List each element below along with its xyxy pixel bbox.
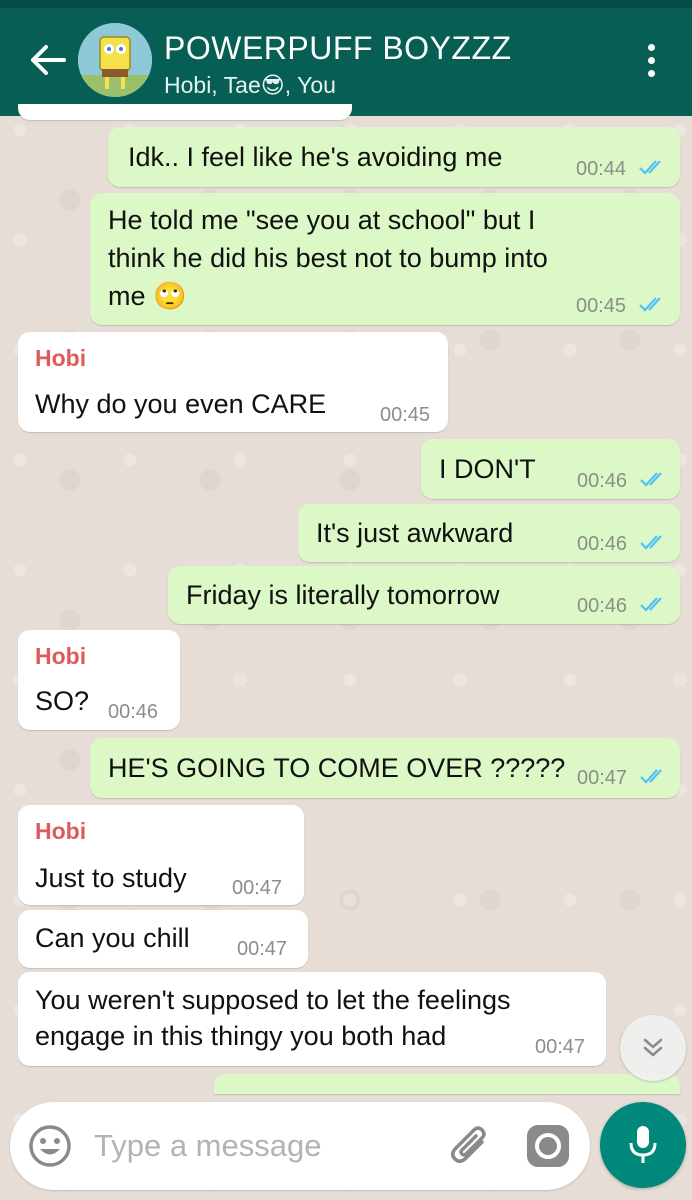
double-check-icon: [640, 535, 662, 550]
message-bubble-outgoing[interactable]: It's just awkward 00:46: [298, 504, 680, 562]
message-bubble-incoming[interactable]: Can you chill 00:47: [18, 910, 308, 968]
message-time: 00:47: [237, 938, 288, 960]
message-bubble-partial: [214, 1074, 680, 1094]
message-text-line: He told me "see you at school" but I: [108, 205, 536, 235]
emoji-icon[interactable]: [26, 1122, 74, 1170]
message-bubble-outgoing[interactable]: He told me "see you at school" but I thi…: [90, 193, 680, 325]
message-bubble-outgoing[interactable]: Friday is literally tomorrow 00:46: [168, 566, 680, 624]
message-text: Why do you even CARE: [35, 389, 327, 419]
message-time: 00:47: [232, 877, 283, 899]
message-time: 00:44: [576, 158, 627, 180]
sender-name[interactable]: Hobi: [35, 818, 86, 845]
more-vert-icon[interactable]: [636, 38, 666, 82]
status-bar: [0, 0, 692, 8]
double-check-icon: [639, 297, 661, 312]
message-text-line: me 🙄: [108, 281, 187, 311]
mic-icon: [629, 1126, 657, 1163]
chat-header: POWERPUFF BOYZZZ Hobi, Tae😎, You: [0, 8, 692, 116]
sender-name[interactable]: Hobi: [35, 345, 86, 372]
sender-name[interactable]: Hobi: [35, 643, 86, 670]
message-text: Idk.. I feel like he's avoiding me: [128, 142, 503, 172]
message-text: Friday is literally tomorrow: [186, 580, 500, 610]
message-bubble-incoming[interactable]: You weren't supposed to let the feelings…: [18, 972, 606, 1066]
message-text: SO?: [35, 686, 90, 716]
paperclip-icon[interactable]: [446, 1120, 496, 1172]
message-bubble-incoming[interactable]: Hobi Just to study 00:47: [18, 805, 304, 905]
double-check-icon: [640, 597, 662, 612]
message-bubble-outgoing[interactable]: HE'S GOING TO COME OVER ????? 00:47: [90, 738, 680, 798]
double-check-icon: [639, 160, 661, 175]
message-input-placeholder[interactable]: Type a message: [94, 1128, 321, 1164]
message-time: 00:46: [108, 701, 159, 723]
double-check-icon: [640, 769, 662, 784]
group-avatar[interactable]: [78, 23, 152, 97]
message-text-line: engage in this thingy you both had: [35, 1021, 447, 1051]
message-time: 00:47: [577, 767, 628, 789]
back-arrow-icon[interactable]: [26, 38, 70, 82]
message-text-line: think he did his best not to bump into: [108, 243, 548, 273]
chevron-double-down-icon: [643, 1038, 663, 1057]
message-time: 00:46: [577, 533, 628, 555]
message-text: I DON'T: [439, 454, 536, 484]
message-bubble-partial: [18, 104, 352, 120]
message-text-line: You weren't supposed to let the feelings: [35, 985, 511, 1015]
message-time: 00:46: [577, 595, 628, 617]
chat-title[interactable]: POWERPUFF BOYZZZ: [164, 30, 512, 67]
message-bubble-incoming[interactable]: Hobi SO? 00:46: [18, 630, 180, 730]
message-bubble-outgoing[interactable]: Idk.. I feel like he's avoiding me 00:44: [108, 127, 680, 187]
message-text: HE'S GOING TO COME OVER ?????: [108, 753, 566, 783]
message-text: It's just awkward: [316, 518, 514, 548]
message-text: Just to study: [35, 863, 187, 893]
message-bubble-incoming[interactable]: Hobi Why do you even CARE 00:45: [18, 332, 448, 432]
camera-icon[interactable]: [524, 1122, 572, 1170]
scroll-down-button[interactable]: [620, 1015, 686, 1081]
chat-participants[interactable]: Hobi, Tae😎, You: [164, 72, 336, 99]
message-time: 00:45: [380, 404, 431, 426]
message-bubble-outgoing[interactable]: I DON'T 00:46: [421, 439, 680, 499]
message-text: Can you chill: [35, 923, 190, 953]
message-time: 00:46: [577, 470, 628, 492]
message-time: 00:45: [576, 295, 627, 317]
mic-button[interactable]: [600, 1102, 686, 1188]
double-check-icon: [640, 472, 662, 487]
message-time: 00:47: [535, 1036, 586, 1058]
